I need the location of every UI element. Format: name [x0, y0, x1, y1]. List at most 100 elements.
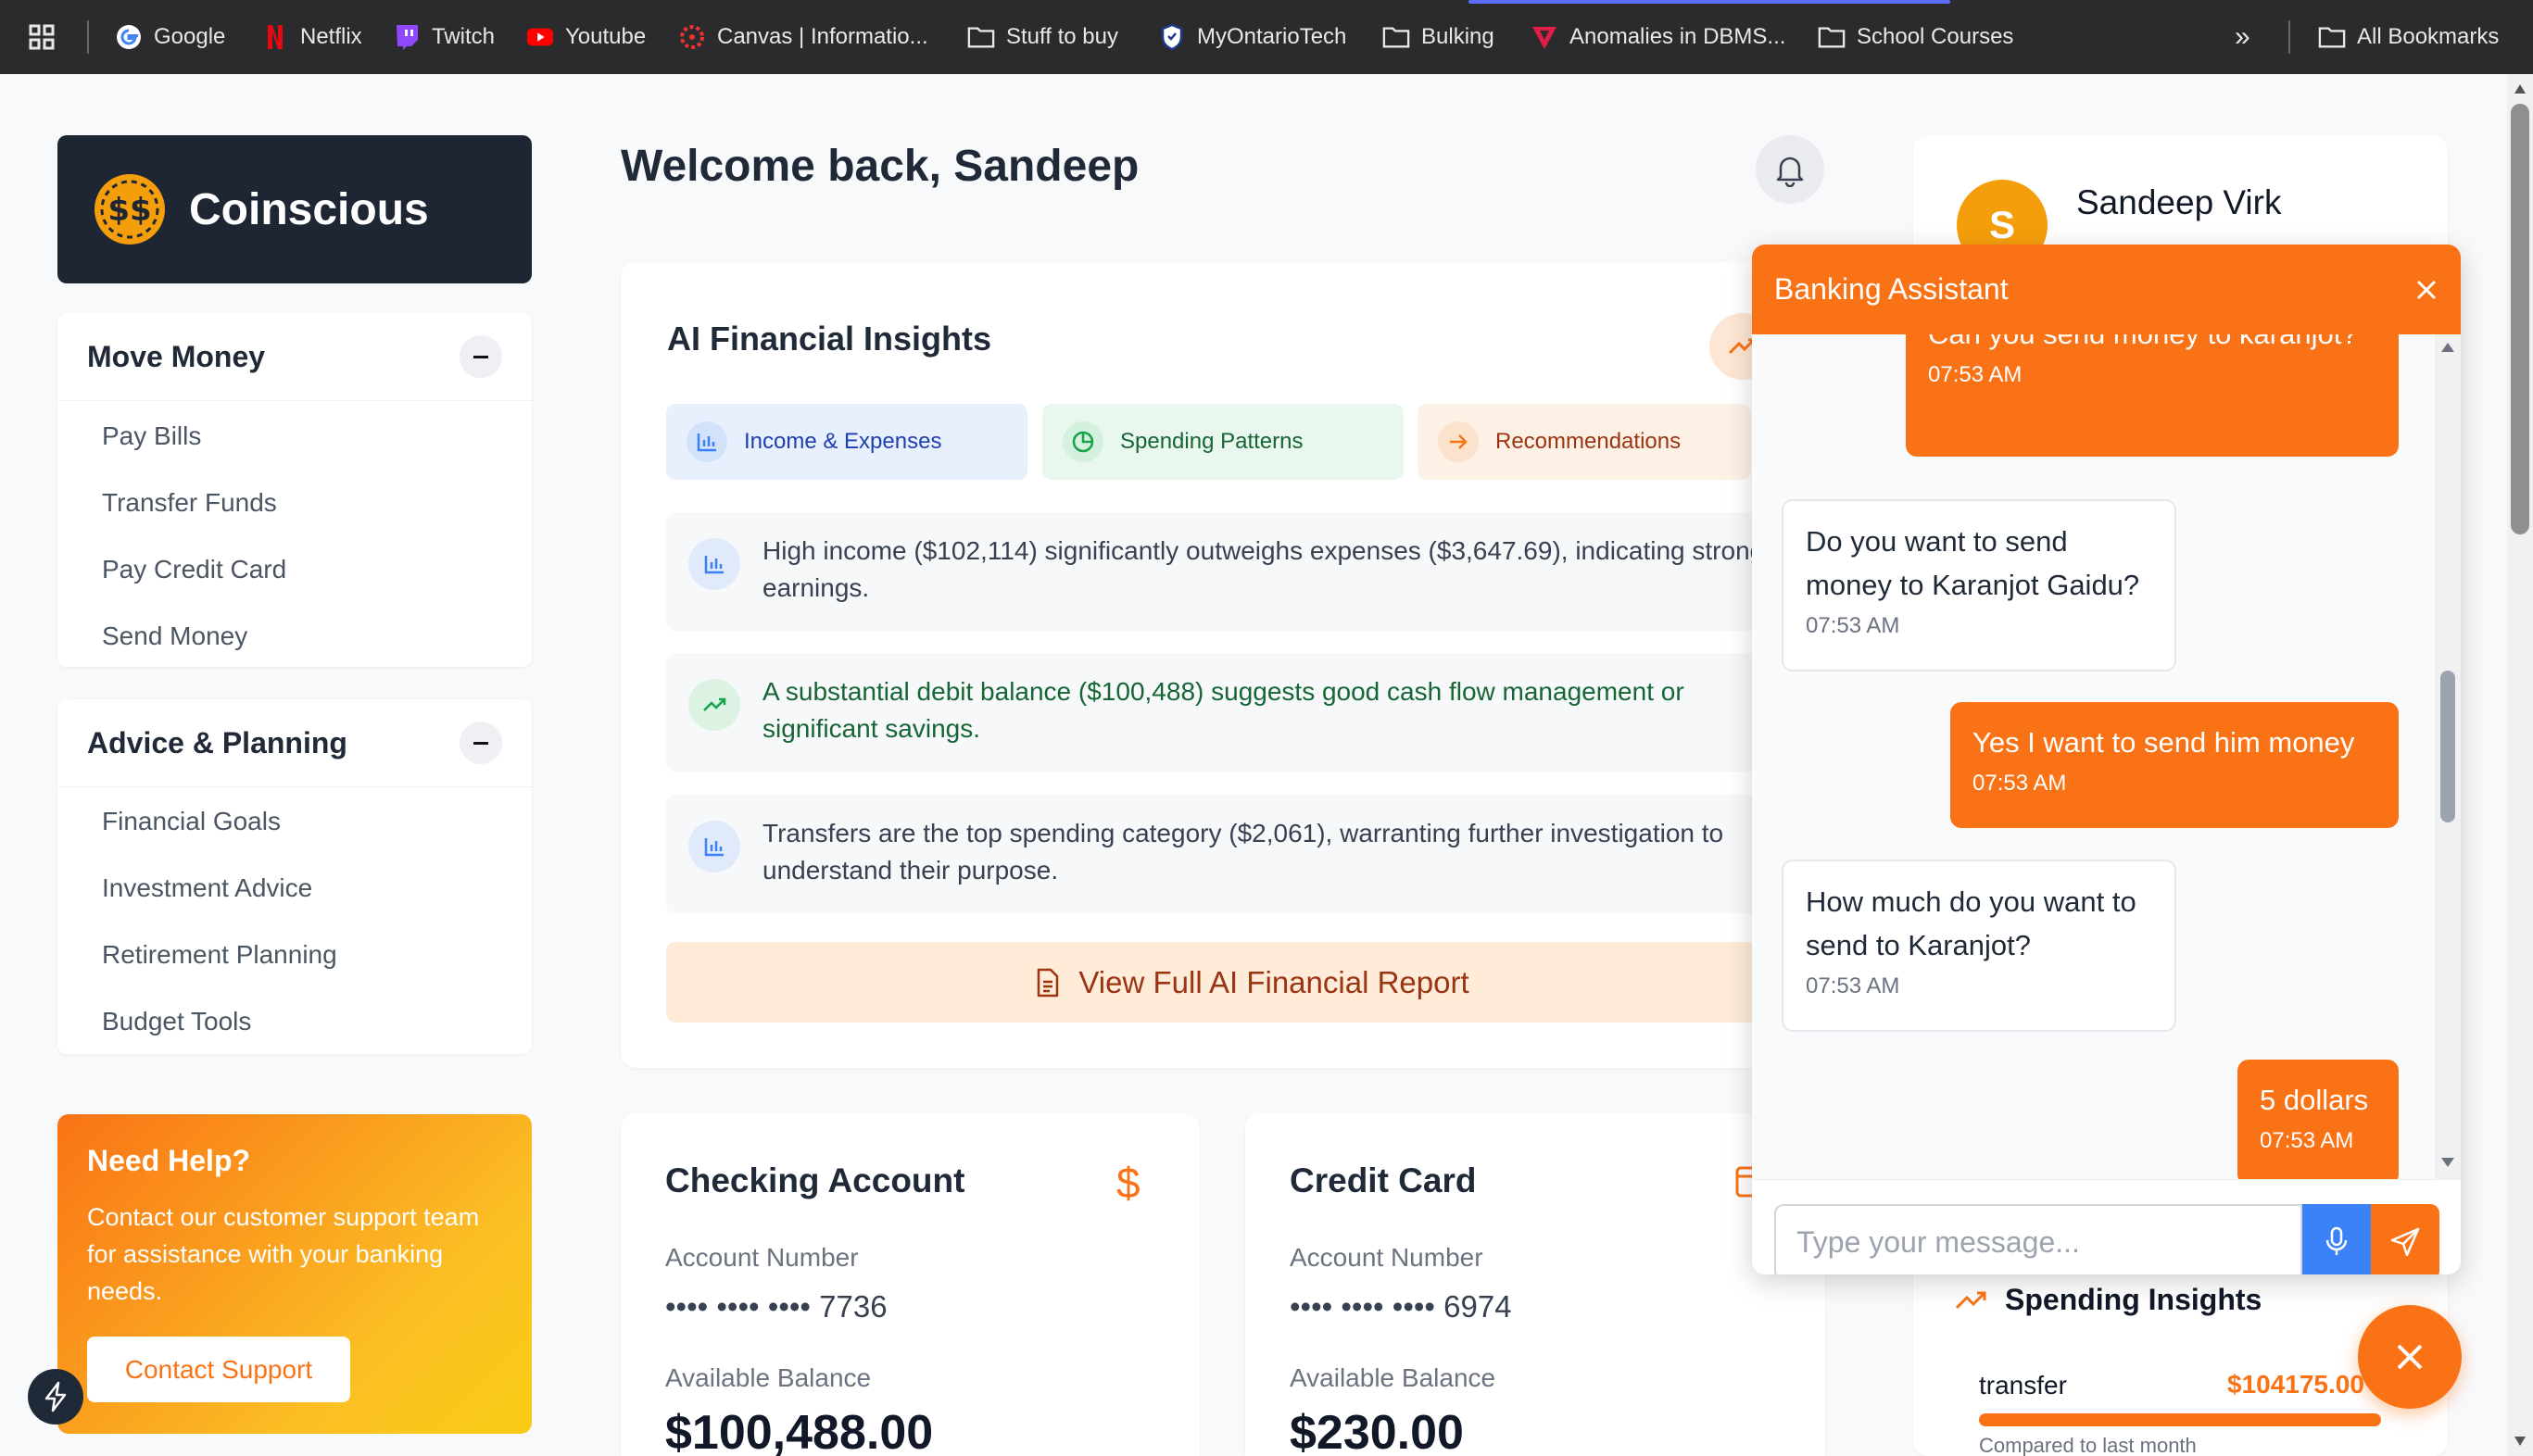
triangle-logo-icon	[1531, 23, 1558, 51]
arrow-right-icon	[1438, 421, 1479, 462]
brand-name: Coinscious	[189, 184, 429, 234]
microphone-button[interactable]	[2302, 1204, 2371, 1274]
profile-name: Sandeep Virk	[2076, 183, 2282, 221]
chat-input-row	[1752, 1179, 2461, 1274]
help-card: Need Help? Contact our customer support …	[57, 1114, 532, 1434]
tab-income-expenses[interactable]: Income & Expenses	[666, 404, 1027, 480]
sidebar-item-retirement-planning[interactable]: Retirement Planning	[102, 940, 337, 970]
bookmark-anomalies-dbms[interactable]: Anomalies in DBMS...	[1531, 0, 1785, 74]
bookmark-google[interactable]: Google	[115, 0, 225, 74]
chat-title: Banking Assistant	[1774, 272, 2009, 306]
chat-message-user: 5 dollars 07:53 AM	[2237, 1060, 2399, 1179]
nav-section-advice-planning: Advice & Planning Financial Goals Invest…	[57, 699, 532, 1054]
shield-icon	[1158, 23, 1186, 51]
sidebar-item-financial-goals[interactable]: Financial Goals	[102, 807, 281, 836]
send-icon	[2389, 1226, 2421, 1258]
tab-spending-patterns[interactable]: Spending Patterns	[1042, 404, 1404, 480]
apps-grid-icon[interactable]	[28, 0, 56, 74]
view-full-report-button[interactable]: View Full AI Financial Report	[666, 942, 1839, 1023]
insight-item: Transfers are the top spending category …	[666, 795, 1839, 913]
lightning-icon[interactable]	[28, 1369, 83, 1425]
close-icon	[2393, 1340, 2426, 1374]
sidebar-item-pay-bills[interactable]: Pay Bills	[102, 421, 201, 451]
page-scrollbar-thumb[interactable]	[2511, 104, 2529, 534]
contact-support-button[interactable]: Contact Support	[87, 1337, 350, 1402]
bell-icon	[1773, 152, 1807, 187]
chat-message-bot: How much do you want to send to Karanjot…	[1782, 860, 2176, 1032]
bookmark-bulking[interactable]: Bulking	[1382, 0, 1494, 74]
twitch-icon	[393, 23, 421, 51]
account-balance: $100,488.00	[665, 1406, 934, 1456]
nav-section-title: Move Money	[87, 339, 266, 373]
spending-comparison-text: Compared to last month	[1979, 1434, 2197, 1456]
send-button[interactable]	[2371, 1204, 2439, 1274]
chat-message-bot: Do you want to send money to Karanjot Ga…	[1782, 499, 2176, 672]
bookmark-stuff-to-buy[interactable]: Stuff to buy	[967, 0, 1118, 74]
bookmark-canvas[interactable]: Canvas | Informatio...	[678, 0, 928, 74]
dollar-icon: $	[1116, 1159, 1140, 1207]
microphone-icon	[2325, 1226, 2349, 1258]
canvas-icon	[678, 23, 706, 51]
notifications-button[interactable]	[1756, 135, 1824, 204]
brand-card[interactable]: $$ Coinscious	[57, 135, 532, 283]
chat-scrollbar-thumb[interactable]	[2440, 671, 2455, 822]
sidebar-item-investment-advice[interactable]: Investment Advice	[102, 873, 312, 903]
close-icon[interactable]	[2414, 278, 2438, 302]
insight-item: High income ($102,114) significantly out…	[666, 512, 1839, 631]
chat-message-user: Can you send money to karanjot? 07:53 AM	[1906, 334, 2399, 457]
chat-message-user: Yes I want to send him money 07:53 AM	[1950, 702, 2399, 828]
document-icon	[1036, 968, 1060, 998]
minus-icon	[473, 355, 488, 358]
close-chat-button[interactable]	[2358, 1305, 2462, 1409]
help-text: Contact our customer support team for as…	[87, 1203, 480, 1305]
coin-logo-icon: $$	[91, 170, 169, 248]
banking-assistant-chat: Banking Assistant Can you send money to …	[1752, 245, 2461, 1274]
bar-chart-icon	[688, 821, 740, 872]
bar-chart-icon	[688, 538, 740, 590]
pie-chart-icon	[1063, 421, 1103, 462]
account-number: •••• •••• •••• 6974	[1290, 1289, 1512, 1324]
youtube-icon	[526, 23, 554, 51]
sidebar-item-send-money[interactable]: Send Money	[102, 621, 247, 651]
folder-icon	[967, 23, 995, 51]
collapse-button[interactable]	[460, 722, 502, 764]
nav-section-move-money: Move Money Pay Bills Transfer Funds Pay …	[57, 313, 532, 667]
account-balance: $230.00	[1290, 1406, 1464, 1456]
sidebar-item-pay-credit-card[interactable]: Pay Credit Card	[102, 555, 286, 584]
google-icon	[115, 23, 143, 51]
spending-insights-title: Spending Insights	[1955, 1283, 2262, 1317]
account-title: Credit Card	[1290, 1161, 1477, 1199]
bookmarks-overflow-button[interactable]: »	[2235, 0, 2250, 74]
spending-category: transfer	[1979, 1371, 2067, 1400]
chat-messages[interactable]: Can you send money to karanjot? 07:53 AM…	[1752, 334, 2461, 1179]
help-title: Need Help?	[87, 1144, 251, 1177]
bar-chart-icon	[687, 421, 727, 462]
trending-up-icon	[688, 679, 740, 731]
tab-loading-indicator	[1468, 0, 1950, 4]
chat-message-input[interactable]	[1774, 1204, 2302, 1274]
bookmark-youtube[interactable]: Youtube	[526, 0, 646, 74]
sidebar-item-transfer-funds[interactable]: Transfer Funds	[102, 488, 277, 518]
account-number: •••• •••• •••• 7736	[665, 1289, 888, 1324]
sidebar-item-budget-tools[interactable]: Budget Tools	[102, 1007, 251, 1036]
bookmark-myontariotech[interactable]: MyOntarioTech	[1158, 0, 1346, 74]
spending-amount: $104175.00	[2227, 1370, 2364, 1399]
credit-card-account-card[interactable]: Credit Card Account Number •••• •••• •••…	[1245, 1113, 1825, 1456]
bookmark-netflix[interactable]: Netflix	[261, 0, 362, 74]
checking-account-card[interactable]: Checking Account $ Account Number •••• •…	[621, 1113, 1200, 1456]
folder-icon	[1818, 23, 1846, 51]
all-bookmarks-button[interactable]: All Bookmarks	[2318, 0, 2499, 74]
insight-item: A substantial debit balance ($100,488) s…	[666, 653, 1839, 772]
bookmarks-bar: Google Netflix Twitch Youtube Canvas | I…	[0, 0, 2533, 74]
tab-recommendations[interactable]: Recommendations	[1418, 404, 1751, 480]
collapse-button[interactable]	[460, 335, 502, 378]
nav-section-title: Advice & Planning	[87, 725, 347, 759]
account-title: Checking Account	[665, 1161, 965, 1199]
folder-icon	[2318, 23, 2346, 51]
chat-header: Banking Assistant	[1752, 245, 2461, 334]
bookmark-twitch[interactable]: Twitch	[393, 0, 495, 74]
trending-up-icon	[1955, 1290, 1988, 1311]
svg-text:$$: $$	[107, 192, 151, 229]
spending-progress-bar	[1979, 1413, 2381, 1426]
bookmark-school-courses[interactable]: School Courses	[1818, 0, 2013, 74]
